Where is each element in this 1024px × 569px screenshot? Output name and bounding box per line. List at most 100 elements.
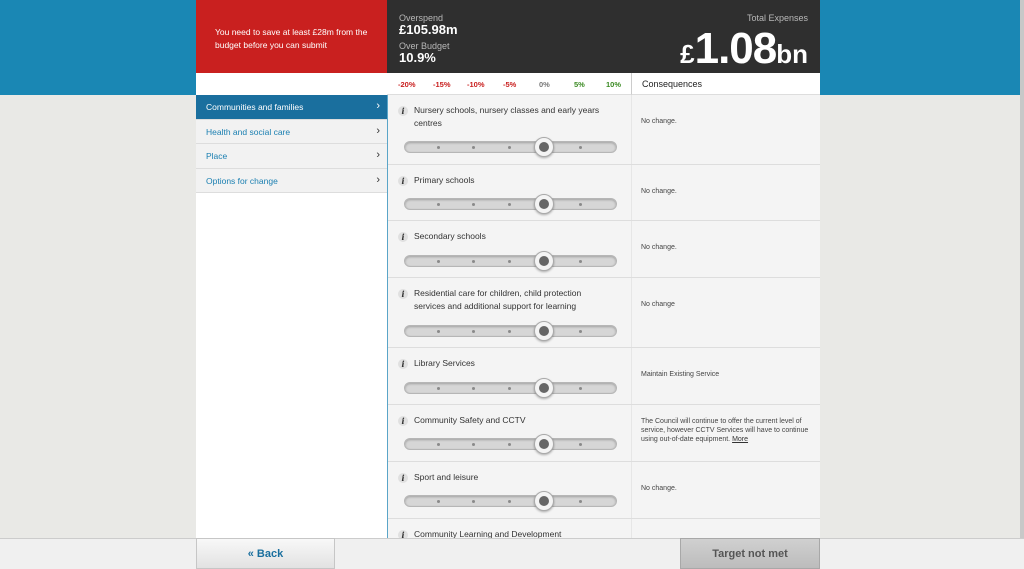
slider-tick <box>472 443 475 446</box>
info-icon[interactable]: i <box>398 473 408 483</box>
service-title: Secondary schools <box>414 231 486 241</box>
sidebar-item-label: Place <box>206 151 228 161</box>
stats-panel: Overspend £105.98m Over Budget 10.9% Tot… <box>387 0 820 73</box>
info-icon[interactable]: i <box>398 359 408 369</box>
chevron-right-icon: › <box>376 149 380 161</box>
info-icon[interactable]: i <box>398 176 408 186</box>
info-icon[interactable]: i <box>398 232 408 242</box>
total-currency: £ <box>680 39 695 69</box>
service-title: Library Services <box>414 358 475 368</box>
slider-tick <box>508 330 511 333</box>
scale-label: -20% <box>398 80 416 89</box>
consequence-text: Maintain Existing Service <box>641 371 720 378</box>
total-unit: bn <box>776 39 808 69</box>
slider-handle[interactable] <box>534 321 554 341</box>
overspend-value: £105.98m <box>399 22 458 37</box>
service-title: Community Safety and CCTV <box>414 415 526 425</box>
budget-slider[interactable] <box>404 194 617 214</box>
sidebar-item-label: Communities and families <box>206 102 304 112</box>
scale-label: -10% <box>467 80 485 89</box>
scale-label: 10% <box>606 80 622 89</box>
slider-tick <box>508 260 511 263</box>
sidebar-item-options-for-change[interactable]: Options for change › <box>196 168 387 193</box>
more-link[interactable]: More <box>732 436 748 443</box>
info-icon[interactable]: i <box>398 530 408 538</box>
slider-handle[interactable] <box>534 137 554 157</box>
slider-tick <box>472 500 475 503</box>
service-row-community-safety: i Community Safety and CCTV The Council … <box>388 405 820 462</box>
page-scrollbar[interactable] <box>1020 0 1024 538</box>
slider-tick <box>472 146 475 149</box>
consequence-text: No change. <box>641 244 677 251</box>
slider-tick <box>579 387 582 390</box>
slider-handle[interactable] <box>534 491 554 511</box>
scale-label: -15% <box>433 80 451 89</box>
budget-slider[interactable] <box>404 321 617 341</box>
info-icon[interactable]: i <box>398 106 408 116</box>
consequence-text: No change. <box>641 118 677 125</box>
consequence-text: The Council will continue to offer the c… <box>641 417 817 444</box>
total-expenses-label: Total Expenses <box>746 13 808 23</box>
slider-handle[interactable] <box>534 434 554 454</box>
budget-slider[interactable] <box>404 491 617 511</box>
budget-app: You need to save at least £28m from the … <box>196 0 820 569</box>
slider-tick <box>437 500 440 503</box>
slider-tick <box>472 330 475 333</box>
service-title: Sport and leisure <box>414 472 479 482</box>
info-icon[interactable]: i <box>398 289 408 299</box>
slider-handle[interactable] <box>534 251 554 271</box>
slider-tick <box>508 387 511 390</box>
budget-slider[interactable] <box>404 251 617 271</box>
over-budget-value: 10.9% <box>399 50 436 65</box>
slider-tick <box>472 203 475 206</box>
alert-text: You need to save at least £28m from the … <box>215 27 368 50</box>
target-status-button[interactable]: Target not met <box>680 538 820 569</box>
consequences-header: Consequences <box>632 73 820 95</box>
service-title: Nursery schools, nursery classes and ear… <box>414 105 600 128</box>
service-row-primary-schools: i Primary schools No change. <box>388 165 820 221</box>
sidebar-item-label: Health and social care <box>206 126 291 137</box>
slider-tick <box>508 443 511 446</box>
slider-tick <box>437 387 440 390</box>
service-row-residential-care: i Residential care for children, child p… <box>388 278 820 348</box>
chevron-right-icon: › <box>376 100 380 112</box>
consequence-text: No change. <box>641 188 677 195</box>
sidebar-item-place[interactable]: Place › <box>196 144 387 169</box>
slider-tick <box>579 443 582 446</box>
budget-slider[interactable] <box>404 378 617 398</box>
budget-slider[interactable] <box>404 137 617 157</box>
service-row-library-services: i Library Services Maintain Existing Ser… <box>388 348 820 405</box>
slider-tick <box>579 500 582 503</box>
slider-handle[interactable] <box>534 378 554 398</box>
service-row-secondary-schools: i Secondary schools No change. <box>388 221 820 278</box>
slider-tick <box>437 146 440 149</box>
sidebar-item-communities-and-families[interactable]: Communities and families › <box>196 95 387 120</box>
slider-tick <box>437 443 440 446</box>
sidebar-header-spacer <box>196 73 387 95</box>
service-row-sport-and-leisure: i Sport and leisure No change. <box>388 462 820 519</box>
budget-slider[interactable] <box>404 434 617 454</box>
back-button[interactable]: « Back <box>196 538 335 569</box>
slider-tick <box>437 260 440 263</box>
consequence-text: No change <box>641 301 675 308</box>
info-icon[interactable]: i <box>398 416 408 426</box>
service-title: Community Learning and Development <box>414 529 562 538</box>
total-number: 1.08 <box>694 24 778 73</box>
service-list: i Nursery schools, nursery classes and e… <box>387 95 820 538</box>
service-title: Residential care for children, child pro… <box>414 288 582 311</box>
slider-tick <box>437 330 440 333</box>
scale-label: 5% <box>574 80 585 89</box>
sidebar-item-health-and-social-care[interactable]: Health and social care › <box>196 119 387 144</box>
slider-tick <box>437 203 440 206</box>
category-sidebar: Communities and families › Health and so… <box>196 95 387 538</box>
slider-handle[interactable] <box>534 194 554 214</box>
slider-tick <box>579 330 582 333</box>
slider-tick <box>579 203 582 206</box>
percent-scale: -20% -15% -10% -5% 0% 5% 10% <box>387 73 632 95</box>
slider-tick <box>579 146 582 149</box>
slider-tick <box>508 146 511 149</box>
footer-bar <box>0 538 1024 569</box>
slider-tick <box>472 387 475 390</box>
sidebar-item-label: Options for change <box>206 175 278 186</box>
alert-banner: You need to save at least £28m from the … <box>196 0 387 73</box>
